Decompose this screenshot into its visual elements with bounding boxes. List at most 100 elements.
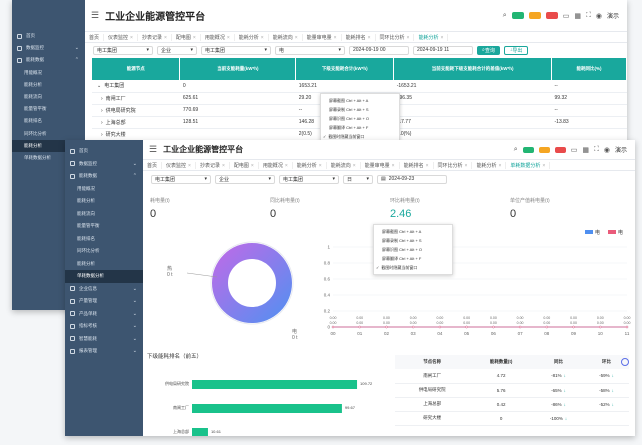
menu-toggle-icon[interactable]: ☰ <box>91 10 99 21</box>
tab[interactable]: 能耗流向 × <box>327 161 361 169</box>
search-icon[interactable]: ⌕ <box>514 146 518 154</box>
close-icon[interactable]: × <box>130 35 133 41</box>
close-icon[interactable]: × <box>319 163 322 169</box>
tab[interactable]: 能耗分析 × <box>293 161 327 169</box>
tab[interactable]: 仪表监控 × <box>162 161 196 169</box>
notification-badge-red[interactable] <box>554 146 566 153</box>
context-menu-item[interactable]: 屏幕录制 Ctrl + Alt + S <box>321 105 399 114</box>
table-row[interactable]: 上海总部 0.42 -86% ↓ -52% ↓ <box>395 397 629 412</box>
grid-icon[interactable]: ▦ <box>582 146 589 154</box>
period-select[interactable]: 日 ▾ <box>343 174 373 184</box>
tab[interactable]: 同环比分析 × <box>434 161 473 169</box>
bar[interactable] <box>192 404 342 413</box>
close-icon[interactable]: × <box>465 163 468 169</box>
data-point[interactable] <box>358 325 361 329</box>
close-icon[interactable]: × <box>227 35 230 41</box>
sidebar-item[interactable]: 产量管理 ⌄ <box>65 295 143 308</box>
tab[interactable]: 能耗流向 × <box>269 33 303 41</box>
screen-icon[interactable]: ▭ <box>563 12 570 20</box>
sidebar-item[interactable]: 企业信息 ⌄ <box>65 283 143 296</box>
settings-float-icon[interactable] <box>621 358 629 366</box>
fullscreen-icon[interactable]: ⛶ <box>586 12 591 20</box>
tab[interactable]: 能耗分析 × <box>235 33 269 41</box>
tab[interactable]: 首页 <box>143 161 163 169</box>
tab[interactable]: 用能概况 × <box>201 33 235 41</box>
sidebar-item[interactable]: 能耗数据 ⌃ <box>65 170 143 183</box>
tab[interactable]: 抄表记录 × <box>138 33 172 41</box>
energy-select[interactable]: 电 ▾ <box>275 45 345 55</box>
data-point[interactable] <box>465 325 468 329</box>
sub-node-select[interactable]: 电工集团 ▾ <box>279 174 339 184</box>
context-menu-item[interactable]: 屏幕识图 Ctrl + Alt + O <box>374 245 452 254</box>
sidebar-item[interactable]: 报表管理 ⌄ <box>65 345 143 358</box>
sidebar-item[interactable]: 用能概况 <box>12 67 85 79</box>
search-icon[interactable]: ⌕ <box>503 12 507 20</box>
user-icon[interactable]: ◉ <box>604 146 610 154</box>
sidebar-item[interactable]: 产品单耗 ⌄ <box>65 308 143 321</box>
tab[interactable]: 能量审电量 × <box>361 161 400 169</box>
context-menu-item[interactable]: 屏幕录制 Ctrl + Alt + S <box>374 236 452 245</box>
tab[interactable]: 能耗排名 × <box>400 161 434 169</box>
tab[interactable]: 能耗排名 × <box>342 33 376 41</box>
context-menu-item[interactable]: ✓ 截图时隐藏当前窗口 <box>374 263 452 272</box>
menu-toggle-icon[interactable]: ☰ <box>149 144 157 155</box>
legend-item[interactable]: 电 <box>584 229 600 236</box>
context-menu-item[interactable]: 屏幕识图 Ctrl + Alt + O <box>321 114 399 123</box>
close-icon[interactable]: × <box>285 163 288 169</box>
bar[interactable] <box>192 428 208 436</box>
tab[interactable]: 仪表监控 × <box>104 33 138 41</box>
close-icon[interactable]: × <box>542 163 545 169</box>
sub-node-select[interactable]: 电工集团 ▾ <box>201 45 271 55</box>
close-icon[interactable]: × <box>295 35 298 41</box>
user-icon[interactable]: ◉ <box>596 12 602 20</box>
tab[interactable]: 抄表记录 × <box>196 161 230 169</box>
notification-badge-green[interactable] <box>511 12 524 19</box>
data-point[interactable] <box>599 325 602 329</box>
tab[interactable]: 配电图 × <box>230 161 259 169</box>
sidebar-item[interactable]: 能量管平衡 <box>12 103 85 115</box>
export-button[interactable]: ↓ 导出 <box>503 45 529 55</box>
sidebar-item[interactable]: 能耗排名 <box>12 115 85 127</box>
data-point[interactable] <box>518 325 522 329</box>
table-row[interactable]: ⌄ 电工集团 0 1653.21 -1653.21 -- <box>92 80 627 93</box>
close-icon[interactable]: × <box>251 163 254 169</box>
data-point[interactable] <box>492 325 495 329</box>
sidebar-item[interactable]: 单耗数据分析 <box>65 270 143 283</box>
table-row[interactable]: 研究大楼 0 -100% ↓ <box>395 411 629 426</box>
expand-icon[interactable]: ⌄ <box>97 83 101 89</box>
close-icon[interactable]: × <box>498 163 501 169</box>
data-point[interactable] <box>411 325 415 329</box>
expand-icon[interactable]: › <box>101 108 103 114</box>
data-point[interactable] <box>625 325 629 329</box>
search-button[interactable]: ⌕ 查询 <box>477 45 500 55</box>
date-input[interactable]: ▤ 2024-09-23 <box>377 174 447 184</box>
close-icon[interactable]: × <box>407 35 410 41</box>
type-select[interactable]: 企业 ▾ <box>215 174 275 184</box>
start-time-input[interactable]: 2024-09-19 00 <box>349 45 409 55</box>
data-point[interactable] <box>572 325 575 329</box>
notification-badge-green[interactable] <box>522 146 534 153</box>
expand-icon[interactable]: › <box>101 120 103 126</box>
grid-icon[interactable]: ▦ <box>574 12 581 20</box>
close-icon[interactable]: × <box>193 35 196 41</box>
node-select[interactable]: 电工集团 ▾ <box>93 45 153 55</box>
close-icon[interactable]: × <box>261 35 264 41</box>
notification-badge-orange[interactable] <box>538 146 550 153</box>
sidebar-item[interactable]: 数据监控 ⌄ <box>65 158 143 171</box>
table-row[interactable]: 供电局研究院 5.76 -65% ↓ -58% ↓ <box>395 383 629 398</box>
tab[interactable]: 配电图 × <box>172 33 201 41</box>
sidebar-item[interactable]: 用能概况 <box>65 183 143 196</box>
tab[interactable]: 同环比分析 × <box>376 33 415 41</box>
sidebar-item[interactable]: 能耗分析 <box>65 195 143 208</box>
sidebar-item[interactable]: 能耗分析 <box>65 258 143 271</box>
tab[interactable]: 能耗分析 × <box>472 161 507 169</box>
context-menu-item[interactable]: 屏幕翻译 Ctrl + Alt + F <box>321 123 399 132</box>
context-menu-item[interactable]: 屏幕截图 Ctrl + Alt + A <box>321 96 399 105</box>
legend-item[interactable]: 电 <box>607 229 623 236</box>
data-point[interactable] <box>438 325 442 329</box>
sidebar-item[interactable]: 能耗流向 <box>12 91 85 103</box>
sidebar-item[interactable]: 首页 <box>12 30 85 42</box>
data-point[interactable] <box>545 325 549 329</box>
expand-icon[interactable]: › <box>101 96 103 102</box>
notification-badge-red[interactable] <box>545 12 558 19</box>
